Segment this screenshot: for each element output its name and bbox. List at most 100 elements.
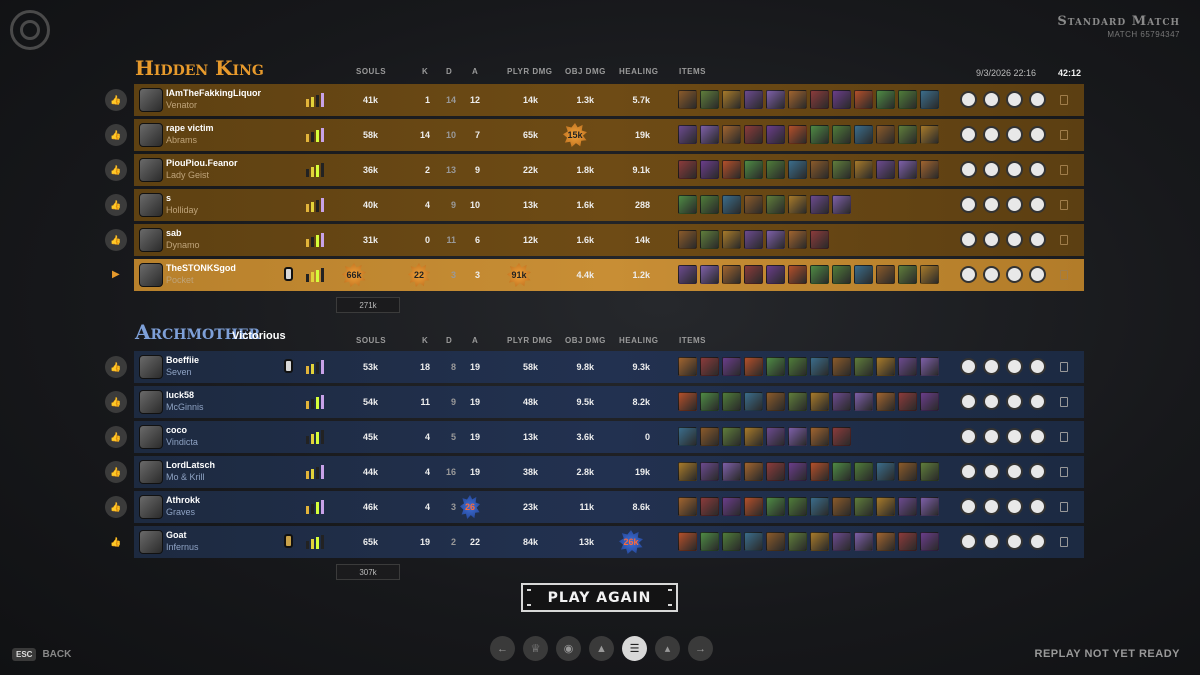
item-icon[interactable]	[810, 265, 829, 284]
item-icon[interactable]	[744, 265, 763, 284]
item-icon[interactable]	[810, 357, 829, 376]
item-icon[interactable]	[854, 125, 873, 144]
thumbs-up-icon[interactable]: 👍	[105, 159, 127, 181]
item-icon[interactable]	[854, 265, 873, 284]
item-icon[interactable]	[678, 125, 697, 144]
list-icon[interactable]: ☰	[622, 636, 647, 661]
item-icon[interactable]	[898, 462, 917, 481]
item-icon[interactable]	[788, 427, 807, 446]
ability-icon[interactable]	[960, 393, 977, 410]
item-icon[interactable]	[678, 532, 697, 551]
item-icon[interactable]	[876, 160, 895, 179]
item-icon[interactable]	[876, 532, 895, 551]
item-icon[interactable]	[876, 357, 895, 376]
item-icon[interactable]	[744, 532, 763, 551]
item-icon[interactable]	[854, 462, 873, 481]
item-icon[interactable]	[700, 392, 719, 411]
copy-build-icon[interactable]	[1060, 235, 1068, 245]
player-row[interactable]: rape victim Abrams 58k 14 10 7 65k 15k 19k	[134, 119, 1084, 151]
item-icon[interactable]	[722, 427, 741, 446]
item-icon[interactable]	[744, 357, 763, 376]
item-icon[interactable]	[788, 462, 807, 481]
item-icon[interactable]	[788, 532, 807, 551]
player-row[interactable]: luck58 McGinnis 54k 11 9 19 48k 9.5k 8.2k	[134, 386, 1084, 418]
item-icon[interactable]	[744, 427, 763, 446]
item-icon[interactable]	[788, 392, 807, 411]
item-icon[interactable]	[678, 265, 697, 284]
item-icon[interactable]	[700, 357, 719, 376]
player-row[interactable]: Goat Infernus 65k 19 2 22 84k 13k 26k	[134, 526, 1084, 558]
ability-icon[interactable]	[983, 196, 1000, 213]
item-icon[interactable]	[832, 497, 851, 516]
item-icon[interactable]	[678, 230, 697, 249]
copy-build-icon[interactable]	[1060, 165, 1068, 175]
item-icon[interactable]	[744, 90, 763, 109]
item-icon[interactable]	[920, 160, 939, 179]
item-icon[interactable]	[810, 532, 829, 551]
ability-icon[interactable]	[983, 91, 1000, 108]
item-icon[interactable]	[788, 357, 807, 376]
item-icon[interactable]	[876, 265, 895, 284]
item-icon[interactable]	[722, 497, 741, 516]
thumbs-up-icon[interactable]: 👍	[105, 496, 127, 518]
item-icon[interactable]	[810, 497, 829, 516]
copy-build-icon[interactable]	[1060, 537, 1068, 547]
item-icon[interactable]	[700, 90, 719, 109]
item-icon[interactable]	[766, 532, 785, 551]
ability-icon[interactable]	[960, 428, 977, 445]
item-icon[interactable]	[898, 160, 917, 179]
ability-icon[interactable]	[960, 91, 977, 108]
item-icon[interactable]	[898, 392, 917, 411]
ability-icon[interactable]	[960, 266, 977, 283]
item-icon[interactable]	[744, 195, 763, 214]
item-icon[interactable]	[722, 265, 741, 284]
ability-icon[interactable]	[983, 231, 1000, 248]
item-icon[interactable]	[810, 195, 829, 214]
ability-icon[interactable]	[983, 498, 1000, 515]
crest-icon[interactable]: ▲	[589, 636, 614, 661]
item-icon[interactable]	[744, 160, 763, 179]
ability-icon[interactable]	[983, 393, 1000, 410]
item-icon[interactable]	[854, 90, 873, 109]
ability-icon[interactable]	[1006, 463, 1023, 480]
item-icon[interactable]	[898, 532, 917, 551]
ability-icon[interactable]	[983, 266, 1000, 283]
ability-icon[interactable]	[1006, 196, 1023, 213]
ability-icon[interactable]	[960, 533, 977, 550]
ability-icon[interactable]	[1029, 393, 1046, 410]
ability-icon[interactable]	[1006, 126, 1023, 143]
item-icon[interactable]	[788, 195, 807, 214]
ability-icon[interactable]	[1006, 393, 1023, 410]
copy-build-icon[interactable]	[1060, 95, 1068, 105]
item-icon[interactable]	[700, 427, 719, 446]
player-row[interactable]: Boeffiie Seven 53k 18 8 19 58k 9.8k 9.3k	[134, 351, 1084, 383]
ability-icon[interactable]	[1006, 358, 1023, 375]
item-icon[interactable]	[678, 357, 697, 376]
item-icon[interactable]	[854, 532, 873, 551]
item-icon[interactable]	[898, 497, 917, 516]
item-icon[interactable]	[766, 427, 785, 446]
ability-icon[interactable]	[1006, 266, 1023, 283]
player-row[interactable]: TheSTONKSgod Pocket 66k 22 3 3 91k 4.4k 1.2k	[134, 259, 1084, 291]
thumbs-up-icon[interactable]: 👍	[105, 89, 127, 111]
ability-icon[interactable]	[960, 196, 977, 213]
ability-icon[interactable]	[1006, 533, 1023, 550]
item-icon[interactable]	[722, 125, 741, 144]
ability-icon[interactable]	[1029, 428, 1046, 445]
ability-icon[interactable]	[1006, 498, 1023, 515]
ability-icon[interactable]	[983, 463, 1000, 480]
ability-icon[interactable]	[960, 463, 977, 480]
ability-icon[interactable]	[983, 428, 1000, 445]
item-icon[interactable]	[832, 392, 851, 411]
item-icon[interactable]	[832, 195, 851, 214]
item-icon[interactable]	[898, 357, 917, 376]
item-icon[interactable]	[920, 532, 939, 551]
ability-icon[interactable]	[983, 126, 1000, 143]
item-icon[interactable]	[876, 462, 895, 481]
item-icon[interactable]	[788, 265, 807, 284]
ability-icon[interactable]	[1029, 231, 1046, 248]
play-again-button[interactable]: PLAY AGAIN	[521, 583, 678, 612]
item-icon[interactable]	[832, 90, 851, 109]
player-row[interactable]: Athrokk Graves 46k 4 3 26 23k 11k 8.6k	[134, 491, 1084, 523]
item-icon[interactable]	[810, 90, 829, 109]
